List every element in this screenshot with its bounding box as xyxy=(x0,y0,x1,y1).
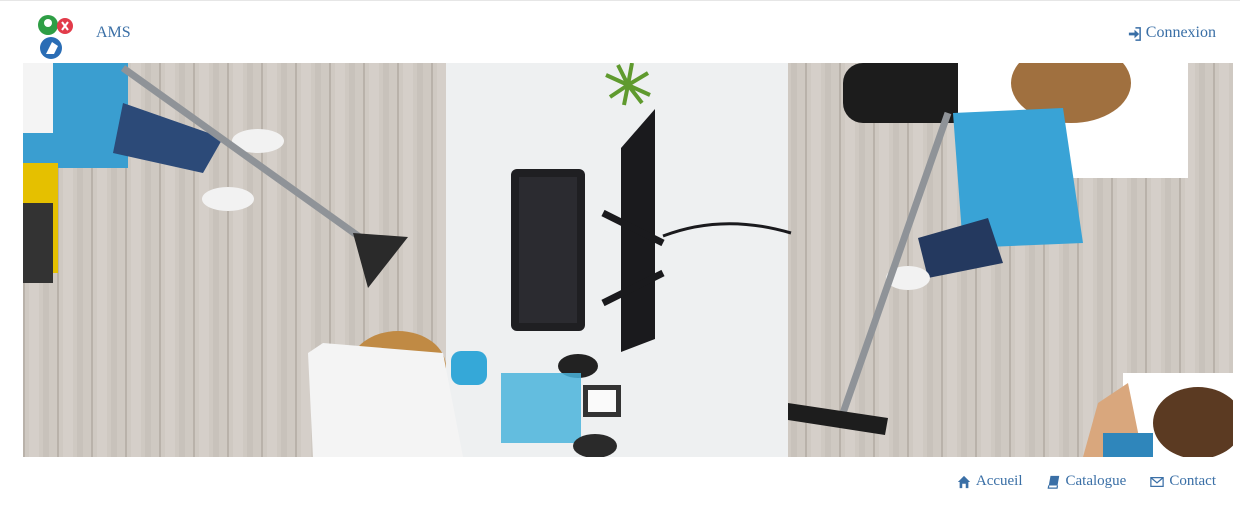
login-label: Connexion xyxy=(1145,24,1216,41)
brand-link[interactable]: AMS xyxy=(96,24,131,42)
login-link[interactable]: Connexion xyxy=(1127,24,1216,42)
nav-catalogue[interactable]: Catalogue xyxy=(1047,473,1127,490)
home-icon xyxy=(957,475,970,488)
nav-contact[interactable]: Contact xyxy=(1150,473,1216,490)
envelope-icon xyxy=(1150,476,1165,487)
site-header: AMS Connexion xyxy=(0,8,1240,63)
nav-accueil-label: Accueil xyxy=(975,473,1023,489)
sign-in-icon xyxy=(1128,26,1141,41)
nav-contact-label: Contact xyxy=(1169,473,1216,489)
ams-logo[interactable] xyxy=(34,12,82,60)
book-icon xyxy=(1047,475,1059,489)
bottom-nav: Accueil Catalogue Contact xyxy=(957,473,1216,490)
nav-accueil[interactable]: Accueil xyxy=(957,473,1023,490)
nav-catalogue-label: Catalogue xyxy=(1065,473,1127,489)
hero-image xyxy=(23,63,1233,457)
